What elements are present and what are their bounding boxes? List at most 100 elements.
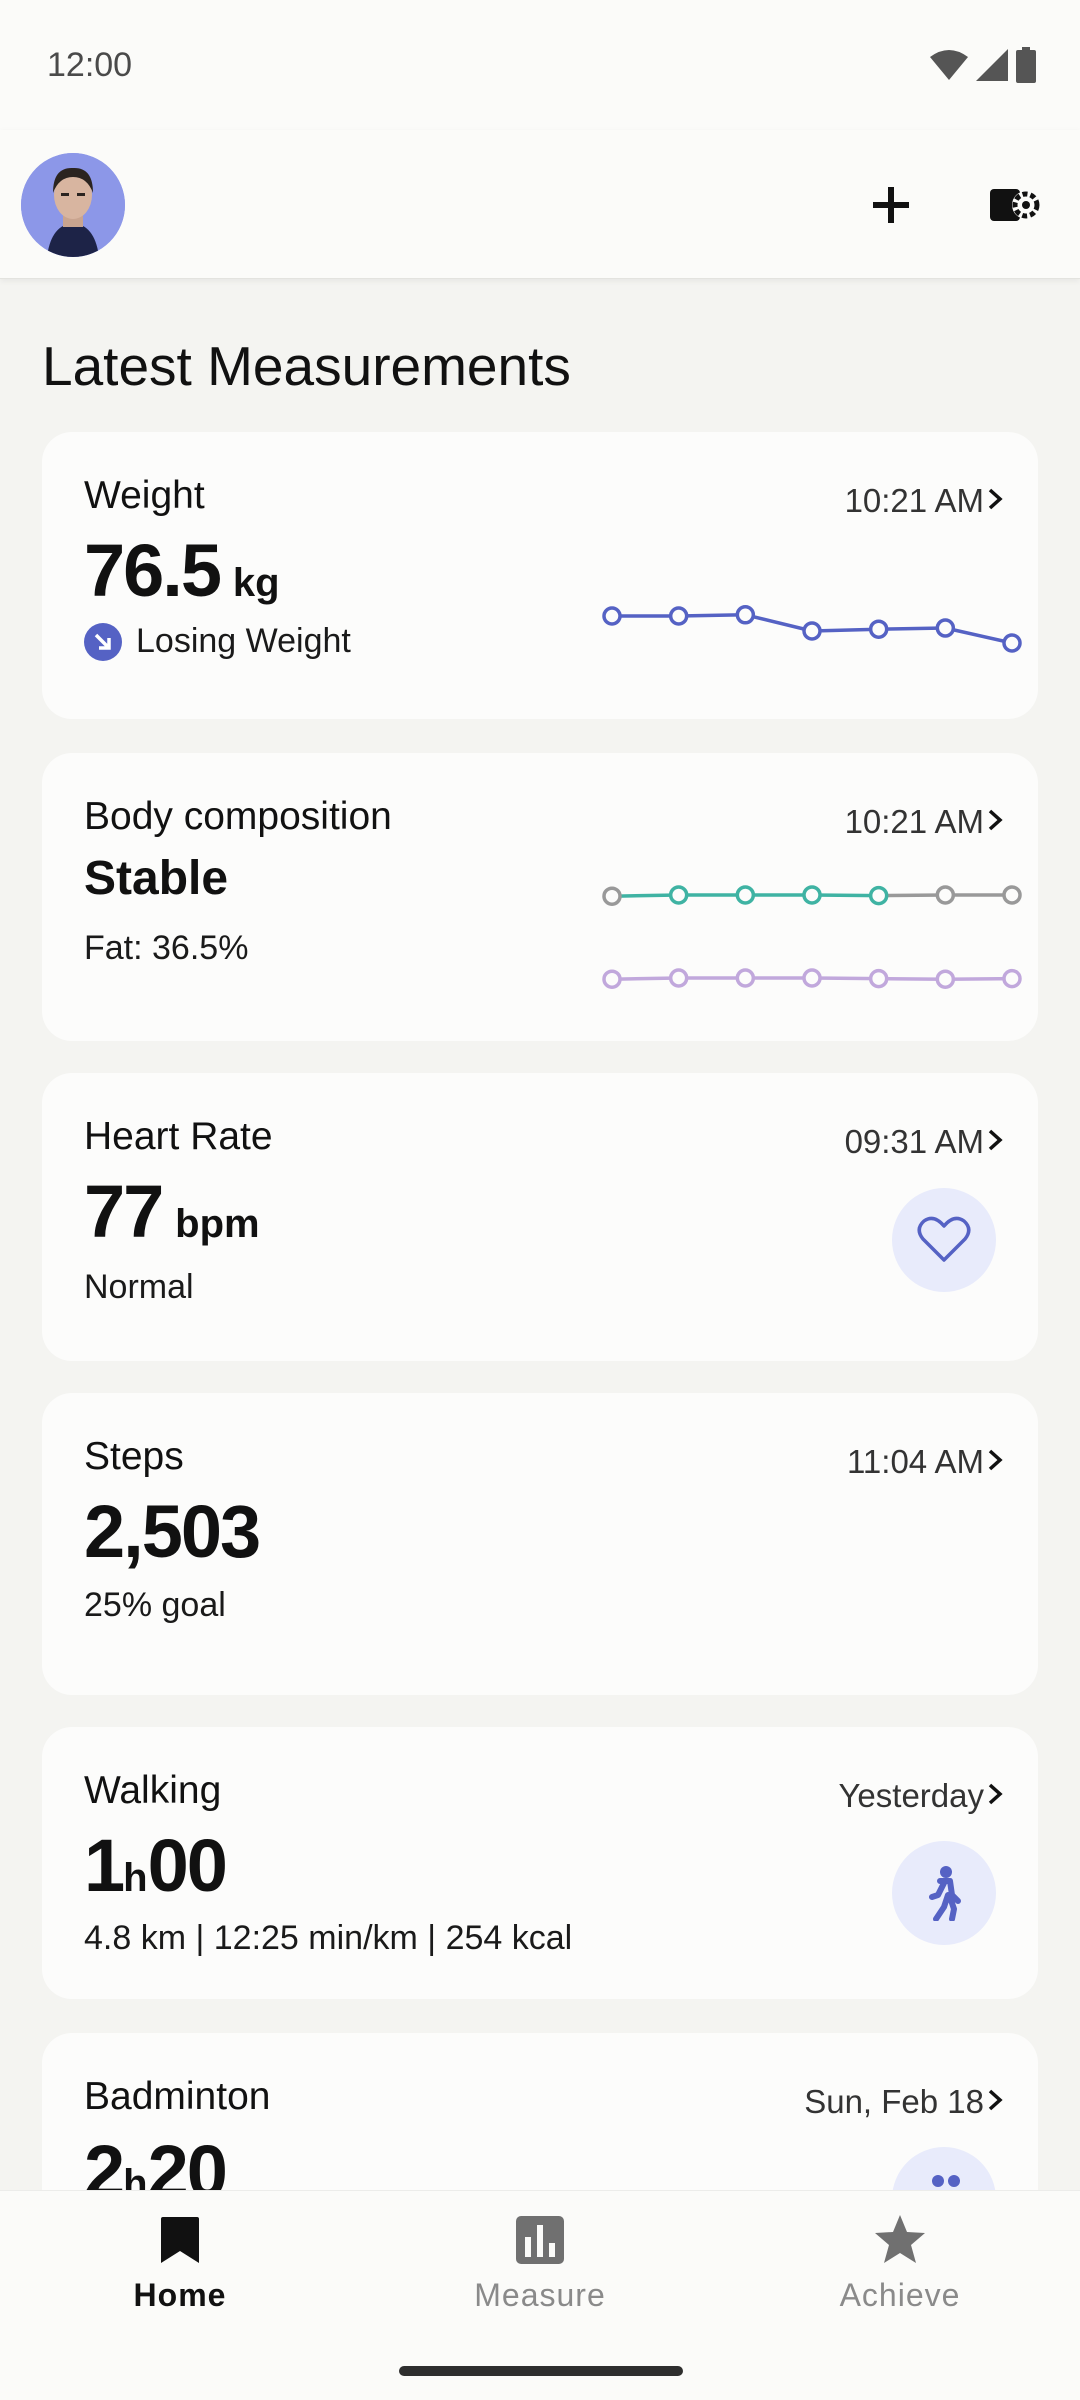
steps-card[interactable]: Steps 11:04 AM 2,503 25% goal [42, 1393, 1038, 1695]
nav-label-home: Home [133, 2277, 227, 2313]
weight-number: 76.5 [84, 529, 222, 612]
chevron-right-icon [988, 2089, 1003, 2111]
body-top-segment [811, 893, 879, 898]
body-top-segment [611, 893, 679, 898]
device-settings-button[interactable] [981, 170, 1051, 240]
card-title: Walking [84, 1769, 222, 1812]
avatar[interactable] [21, 153, 125, 257]
badminton-duration: 2h20 [84, 2129, 228, 2190]
card-time: 10:21 AM [844, 803, 984, 840]
badminton-button[interactable] [892, 2147, 996, 2190]
body-bottom-point [1002, 968, 1022, 989]
body-top-point [868, 885, 889, 906]
body-bottom-point [602, 969, 622, 989]
badminton-card[interactable]: Badminton Sun, Feb 18 2h20 [42, 2033, 1038, 2190]
nav-achieve[interactable]: Achieve [800, 2213, 1000, 2323]
badminton-icon [932, 2175, 960, 2187]
measurements-scroll[interactable]: Latest Measurements Weight 10:21 AM 76.5… [0, 280, 1080, 2190]
fat-value: Fat: 36.5% [84, 929, 249, 967]
weight-trend-point [735, 605, 756, 625]
duration-hours: 2 [84, 2130, 125, 2190]
walking-button[interactable] [892, 1841, 996, 1945]
weight-trend-point [602, 606, 622, 626]
weight-trend-segment [878, 626, 946, 631]
trend-label: Losing Weight [136, 622, 351, 660]
app-bar [0, 130, 1080, 279]
nav-label-measure: Measure [474, 2277, 606, 2313]
body-top-point [1002, 885, 1022, 905]
wifi-icon [930, 50, 968, 80]
card-title: Body composition [84, 795, 392, 838]
heart-unit: bpm [175, 1202, 260, 1246]
status-bar: 12:00 [0, 0, 1080, 130]
heart-button[interactable] [892, 1188, 996, 1292]
nav-label-achieve: Achieve [839, 2277, 961, 2313]
body-bottom-segment [878, 976, 946, 981]
watch-settings-icon [990, 189, 1040, 221]
body-top-point [935, 885, 956, 905]
weight-trend-point [935, 618, 956, 638]
chevron-right-icon [988, 809, 1003, 831]
bar-chart-icon [516, 2216, 564, 2264]
body-top-point [602, 886, 622, 906]
chevron-right-icon [988, 1783, 1003, 1805]
card-title: Heart Rate [84, 1115, 273, 1158]
card-time: Sun, Feb 18 [804, 2083, 984, 2120]
page-title: Latest Measurements [42, 335, 571, 397]
walking-duration: 1h00 [84, 1823, 228, 1908]
heart-rate-card[interactable]: Heart Rate 09:31 AM 77 bpm Normal [42, 1073, 1038, 1361]
weight-trend-segment [744, 613, 813, 633]
trend-down-icon [84, 622, 122, 661]
duration-minutes: 20 [147, 2130, 228, 2190]
weight-trend-point [668, 606, 689, 626]
body-composition-sparkline [602, 885, 1022, 989]
body-top-segment [878, 893, 946, 898]
body-bottom-point [735, 968, 756, 988]
weight-trend-point [868, 619, 889, 639]
duration-h-unit: h [123, 1856, 148, 1900]
nav-home[interactable]: Home [80, 2213, 280, 2323]
signal-icon [976, 49, 1008, 81]
body-bottom-segment [945, 976, 1013, 981]
steps-value: 2,503 [84, 1490, 261, 1573]
card-time: Yesterday [838, 1777, 984, 1814]
bookmark-icon [161, 2217, 199, 2263]
heart-value: 77 bpm [84, 1169, 260, 1254]
weight-trend-point [802, 621, 822, 641]
card-title: Badminton [84, 2075, 271, 2118]
home-indicator [399, 2366, 683, 2376]
weight-value: 76.5 kg [84, 528, 280, 613]
nav-measure[interactable]: Measure [440, 2213, 640, 2323]
card-time: 10:21 AM [844, 482, 984, 519]
body-bottom-segment [811, 976, 879, 981]
weight-sparkline [602, 605, 1022, 653]
chevron-right-icon [988, 488, 1003, 510]
weight-unit: kg [232, 561, 280, 605]
body-bottom-point [668, 968, 689, 988]
weight-card[interactable]: Weight 10:21 AM 76.5 kg Losing Weight [42, 432, 1038, 719]
status-icons [930, 46, 1036, 84]
chevron-right-icon [988, 1449, 1003, 1471]
status-time: 12:00 [47, 46, 133, 84]
body-top-point [668, 885, 689, 905]
walking-details: 4.8 km | 12:25 min/km | 254 kcal [84, 1919, 573, 1957]
body-bottom-segment [611, 976, 679, 981]
weight-trend: Losing Weight [84, 622, 351, 661]
duration-h-unit: h [123, 2162, 148, 2190]
walking-card[interactable]: Walking Yesterday 1h00 4.8 km | 12:25 mi… [42, 1727, 1038, 1999]
chevron-right-icon [988, 1129, 1003, 1151]
card-time: 09:31 AM [844, 1123, 984, 1160]
add-button[interactable] [856, 170, 926, 240]
weight-trend-point [1002, 633, 1022, 653]
duration-hours: 1 [84, 1824, 125, 1907]
body-bottom-point [802, 968, 822, 988]
weight-trend-segment [944, 626, 1013, 645]
weight-trend-segment [678, 613, 746, 618]
heart-status: Normal [84, 1268, 194, 1306]
body-composition-card[interactable]: Body composition 10:21 AM Stable Fat: 36… [42, 753, 1038, 1041]
heart-number: 77 [84, 1170, 164, 1253]
body-top-point [735, 885, 756, 905]
battery-icon [1016, 47, 1036, 83]
body-top-point [802, 885, 822, 905]
profile-photo-icon [21, 153, 125, 257]
